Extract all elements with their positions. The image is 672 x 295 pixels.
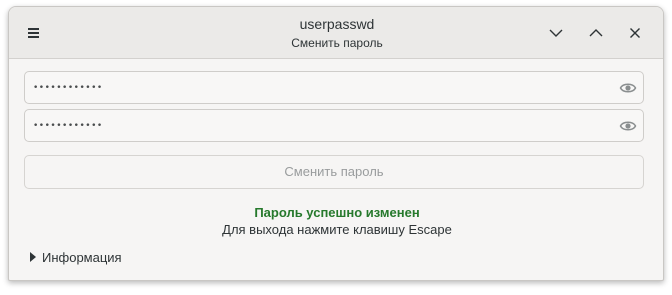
- reveal-confirm-button[interactable]: [619, 117, 637, 135]
- headerbar: userpasswd Сменить пароль: [9, 7, 663, 59]
- chevron-down-icon: [549, 29, 563, 37]
- reveal-password-button[interactable]: [619, 79, 637, 97]
- escape-hint: Для выхода нажмите клавишу Escape: [222, 222, 452, 237]
- window-subtitle: Сменить пароль: [291, 36, 383, 50]
- hamburger-menu-icon: [28, 28, 39, 38]
- close-button[interactable]: [623, 21, 647, 45]
- chevron-up-icon: [589, 29, 603, 37]
- triangle-right-icon: [30, 252, 36, 262]
- eye-icon: [619, 83, 637, 93]
- close-icon: [630, 28, 640, 38]
- new-password-input[interactable]: [33, 72, 603, 103]
- minimize-button[interactable]: [544, 21, 568, 45]
- success-message: Пароль успешно изменен: [254, 205, 420, 220]
- info-expander[interactable]: Информация: [29, 248, 122, 266]
- eye-icon: [619, 121, 637, 131]
- title-block: userpasswd Сменить пароль: [169, 15, 505, 51]
- new-password-field: [24, 71, 644, 104]
- maximize-button[interactable]: [584, 21, 608, 45]
- confirm-password-input[interactable]: [33, 110, 603, 141]
- menu-button[interactable]: [23, 23, 43, 43]
- app-window: userpasswd Сменить пароль Сменить пароль…: [8, 6, 664, 281]
- window-title: userpasswd: [299, 16, 375, 32]
- confirm-password-field: [24, 109, 644, 142]
- expander-label: Информация: [42, 249, 122, 265]
- change-password-button[interactable]: Сменить пароль: [24, 155, 644, 189]
